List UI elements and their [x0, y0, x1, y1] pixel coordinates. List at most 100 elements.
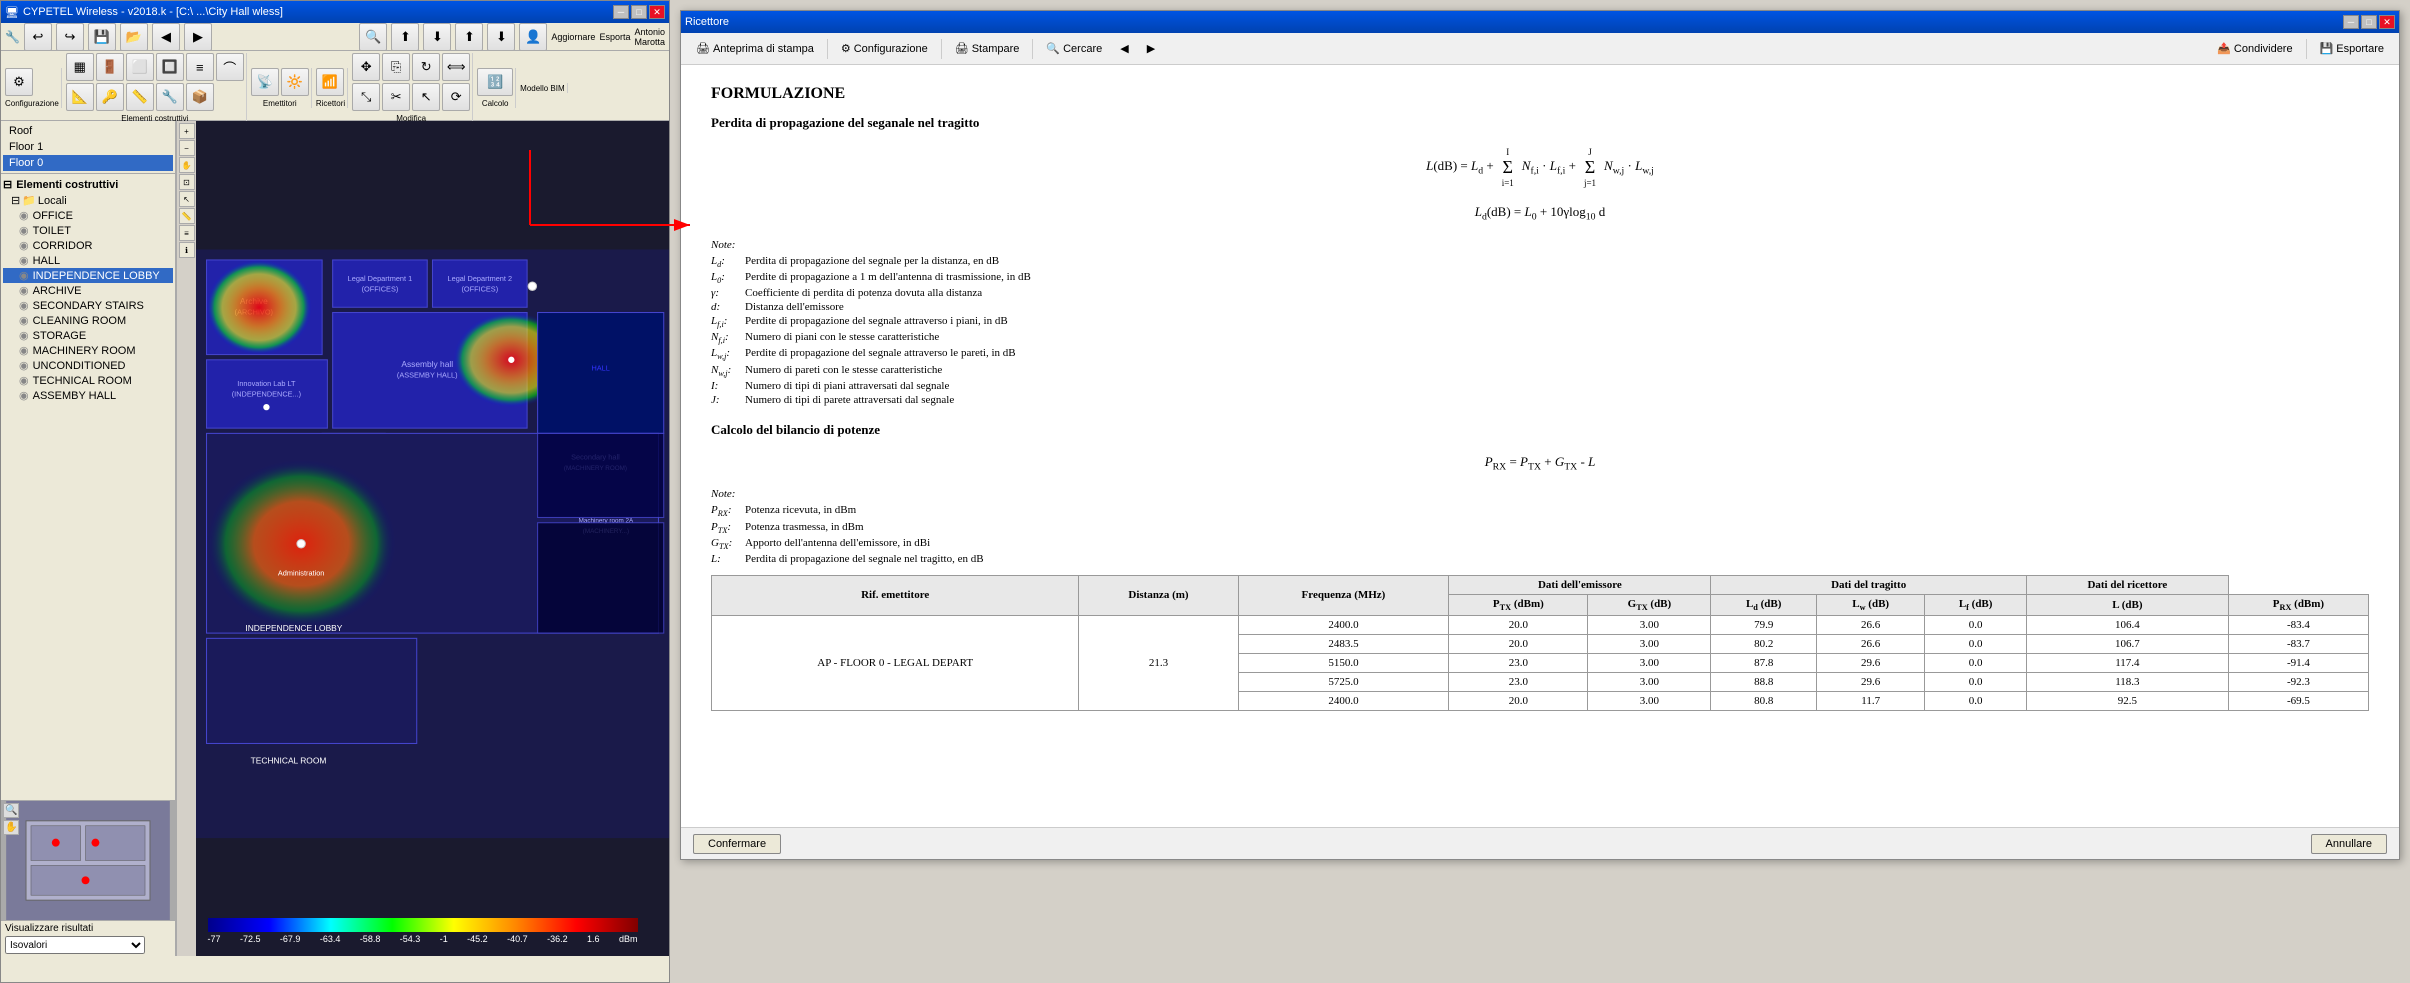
stairs-button[interactable]: ≡ [186, 53, 214, 81]
confermare-button[interactable]: Confermare [693, 834, 781, 854]
update-button[interactable]: Aggiornare [551, 32, 595, 42]
select-button[interactable]: ↖ [179, 191, 195, 207]
tree-archive[interactable]: ◉ ARCHIVE [3, 283, 173, 298]
nav3-button[interactable]: ⬆ [455, 23, 483, 51]
scale-val-6: -54.3 [400, 934, 421, 944]
print-preview-button[interactable]: 🖨 Anteprima di stampa [689, 39, 821, 58]
th-l: L (dB) [2026, 594, 2228, 615]
save-button[interactable]: 💾 [88, 23, 116, 51]
tree-toilet[interactable]: ◉ TOILET [3, 223, 173, 238]
elem3-button[interactable]: 🔑 [96, 83, 124, 111]
tree-technical-room[interactable]: ◉ TECHNICAL ROOM [3, 373, 173, 388]
redo-button[interactable]: ↪ [56, 23, 84, 51]
config-button[interactable]: ⚙ [5, 68, 33, 96]
minimap-pan-icon[interactable]: ✋ [3, 820, 19, 835]
zoom-in-button[interactable]: + [179, 123, 195, 139]
svg-text:Assembly hall: Assembly hall [401, 359, 453, 369]
tree-machinery-room[interactable]: ◉ MACHINERY ROOM [3, 343, 173, 358]
condividere-button[interactable]: 📤 Condividere [2210, 39, 2299, 58]
nav4-button[interactable]: ⬇ [487, 23, 515, 51]
obstacle-button[interactable]: 🔲 [156, 53, 184, 81]
note-nwj: Nw,j: Numero di pareti con le stesse car… [711, 364, 2369, 378]
close-button[interactable]: ✕ [649, 5, 665, 19]
rec1-button[interactable]: 📶 [316, 68, 344, 96]
main-title-bar: 🖥 CYPETEL Wireless - v2018.k - [C:\ ...\… [1, 1, 669, 23]
minimize-button[interactable]: ─ [613, 5, 629, 19]
ric-minimize-button[interactable]: ─ [2343, 15, 2359, 29]
floor-0[interactable]: Floor 0 [3, 155, 173, 171]
cell-lw-3: 29.6 [1816, 654, 1924, 673]
tree-unconditioned[interactable]: ◉ UNCONDITIONED [3, 358, 173, 373]
tree-hall[interactable]: ◉ HALL [3, 253, 173, 268]
tree-storage[interactable]: ◉ STORAGE [3, 328, 173, 343]
esportare-button[interactable]: 💾 Esportare [2313, 39, 2391, 58]
scale-button[interactable]: ⤡ [352, 83, 380, 111]
fit-button[interactable]: ⊡ [179, 174, 195, 190]
mod3-button[interactable]: ↖ [412, 83, 440, 111]
arch-button[interactable]: ⌒ [216, 53, 244, 81]
rotate-button[interactable]: ↻ [412, 53, 440, 81]
ric-close-button[interactable]: ✕ [2379, 15, 2395, 29]
floor-list: Roof Floor 1 Floor 0 [1, 121, 175, 174]
search-button[interactable]: 🔍 [359, 23, 387, 51]
calc-button[interactable]: 🔢 [477, 68, 513, 96]
nav2-button[interactable]: ⬇ [423, 23, 451, 51]
maximize-button[interactable]: □ [631, 5, 647, 19]
tree-corridor[interactable]: ◉ CORRIDOR [3, 238, 173, 253]
delete-button[interactable]: ✂ [382, 83, 410, 111]
tree-cleaning-room[interactable]: ◉ CLEANING ROOM [3, 313, 173, 328]
layer-button[interactable]: ≡ [179, 225, 195, 241]
elem5-button[interactable]: 🔧 [156, 83, 184, 111]
ric-maximize-button[interactable]: □ [2361, 15, 2377, 29]
elem2-button[interactable]: 📐 [66, 83, 94, 111]
export-icon: 💾 [2320, 42, 2334, 55]
elem6-button[interactable]: 📦 [186, 83, 214, 111]
window-button[interactable]: ⬜ [126, 53, 154, 81]
stampare-button[interactable]: 🖨 Stampare [948, 39, 1027, 58]
door-button[interactable]: 🚪 [96, 53, 124, 81]
forward-button[interactable]: ▶ [184, 23, 212, 51]
configurazione-ric-button[interactable]: ⚙ Configurazione [834, 39, 935, 58]
pan-button[interactable]: ✋ [179, 157, 195, 173]
tree-assembly-hall[interactable]: ◉ ASSEMBY HALL [3, 388, 173, 403]
cercare-button[interactable]: 🔍 Cercare [1039, 39, 1109, 58]
tree-secondary-stairs[interactable]: ◉ SECONDARY STAIRS [3, 298, 173, 313]
mirror-button[interactable]: ⟺ [442, 53, 470, 81]
bim-group: Modello BIM [518, 83, 567, 93]
tree-machinery-label: MACHINERY ROOM [33, 345, 136, 357]
note-lfi: Lf,i: Perdite di propagazione del segnal… [711, 315, 2369, 329]
cell-prx-2: -83.7 [2228, 635, 2368, 654]
elem4-button[interactable]: 📏 [126, 83, 154, 111]
tree-independence-lobby[interactable]: ◉ INDEPENDENCE LOBBY [3, 268, 173, 283]
zoom-out-button[interactable]: − [179, 140, 195, 156]
measure-button[interactable]: 📏 [179, 208, 195, 224]
user-label[interactable]: AntonioMarotta [634, 27, 665, 47]
emit1-button[interactable]: 📡 [251, 68, 279, 96]
info-button[interactable]: ℹ [179, 242, 195, 258]
minimap-zoom-icon[interactable]: 🔍 [3, 803, 19, 818]
ric-prev-button[interactable]: ◀ [1113, 39, 1135, 58]
cell-lf-4: 0.0 [1925, 673, 2026, 692]
back-button[interactable]: ◀ [152, 23, 180, 51]
note-ld: Ld: Perdita di propagazione del segnale … [711, 255, 2369, 269]
mod4-button[interactable]: ⟳ [442, 83, 470, 111]
note-nfi: Nf,i: Numero di piani con le stesse cara… [711, 331, 2369, 345]
copy-button[interactable]: ⎘ [382, 53, 410, 81]
move-button[interactable]: ✥ [352, 53, 380, 81]
nav1-button[interactable]: ⬆ [391, 23, 419, 51]
open-button[interactable]: 📂 [120, 23, 148, 51]
floor-1[interactable]: Floor 1 [3, 139, 173, 155]
export-top-button[interactable]: Esporta [599, 32, 630, 42]
tree-expand-icon[interactable]: ⊟ [3, 178, 12, 191]
ric-next-button[interactable]: ▶ [1140, 39, 1162, 58]
tree-office[interactable]: ◉ OFFICE [3, 208, 173, 223]
floor-roof[interactable]: Roof [3, 123, 173, 139]
cell-l-3: 117.4 [2026, 654, 2228, 673]
emit2-button[interactable]: 🔆 [281, 68, 309, 96]
undo-button[interactable]: ↩ [24, 23, 52, 51]
tree-locali[interactable]: ⊟ 📁 Locali [3, 193, 173, 208]
risultati-dropdown[interactable]: Isovalori Linee di livello Valori numeri… [5, 936, 145, 954]
annullare-button[interactable]: Annullare [2311, 834, 2387, 854]
wall-button[interactable]: ▦ [66, 53, 94, 81]
ricettore-bottom-bar: Confermare Annullare [681, 827, 2399, 859]
